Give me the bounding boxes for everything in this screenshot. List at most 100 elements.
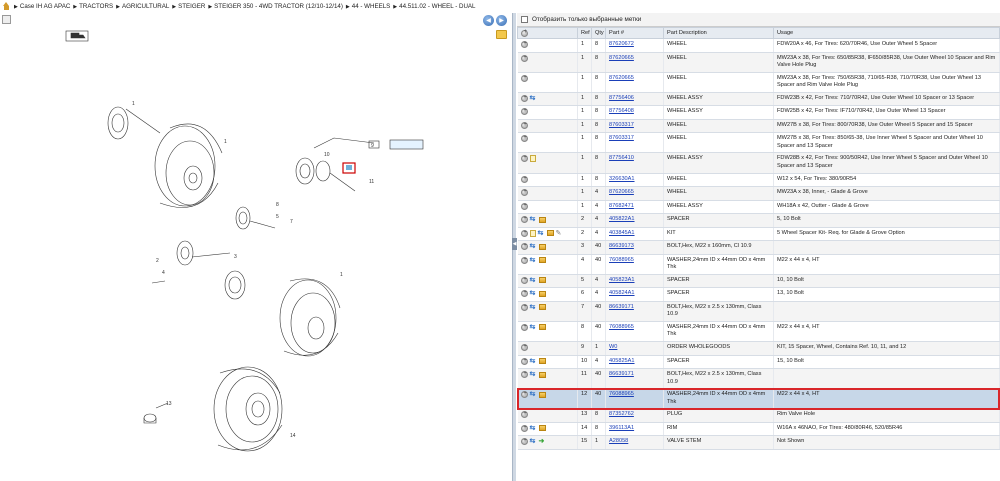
package-icon[interactable]	[538, 304, 546, 311]
add-to-cart-icon[interactable]	[520, 121, 529, 129]
package-icon[interactable]	[538, 290, 546, 297]
part-number-link[interactable]: 405824A1	[609, 290, 635, 296]
breadcrumb-label[interactable]: Case IH AG APAC	[20, 3, 70, 10]
part-number-link[interactable]: 86639171	[609, 371, 634, 377]
interchange-icon[interactable]: ⇆	[530, 371, 537, 378]
breadcrumb-label[interactable]: STEIGER 350 - 4WD TRACTOR (12/10-12/14)	[214, 3, 343, 10]
breadcrumb-item[interactable]: ▶ 44 - WHEELS	[346, 3, 390, 10]
add-to-cart-icon[interactable]	[520, 40, 529, 48]
home-icon[interactable]	[2, 2, 11, 11]
table-row[interactable]: ⇆➜151A28058VALVE STEMNot Shown	[517, 435, 1000, 450]
column-header-ref[interactable]: Ref	[577, 27, 592, 39]
interchange-icon[interactable]: ⇆	[530, 304, 537, 311]
table-row[interactable]: ⇆ 7 40 86639171 BOLT,Hex, M22 x 2.5 x 130mm,…	[517, 301, 1000, 322]
add-to-cart-icon[interactable]	[520, 390, 529, 398]
interchange-icon[interactable]: ⇆	[530, 243, 537, 250]
table-row[interactable]: 9 1 W0 ORDER WHOLEGOODS KIT, 15 Spacer, Whee…	[517, 341, 1000, 356]
column-header-description[interactable]: Part Description	[663, 27, 774, 39]
part-number-link[interactable]: 326630A1	[609, 176, 635, 182]
add-to-cart-icon[interactable]	[520, 370, 529, 378]
part-number-link[interactable]: 87620665	[609, 75, 634, 81]
breadcrumb-label[interactable]: STEIGER	[178, 3, 205, 10]
add-to-cart-icon[interactable]	[520, 202, 529, 210]
table-row[interactable]: 13 8 87352762 PLUG Rim Valve Hole	[517, 408, 1000, 423]
interchange-icon[interactable]: ⇆	[530, 358, 537, 365]
add-to-cart-icon[interactable]	[520, 289, 529, 297]
part-number-link[interactable]: 87756410	[609, 155, 634, 161]
part-number-link[interactable]: 396113A1	[609, 425, 634, 431]
add-to-cart-icon[interactable]	[520, 94, 529, 102]
add-to-cart-icon[interactable]	[520, 74, 529, 82]
add-to-cart-icon[interactable]	[520, 276, 529, 284]
table-row[interactable]: 1 8 87603317 WHEEL MW27B x 38, For Tires: 80…	[517, 119, 1000, 134]
part-number-link[interactable]: 87620665	[609, 189, 634, 195]
interchange-icon[interactable]: ⇆	[530, 324, 537, 331]
add-to-cart-icon[interactable]	[520, 437, 529, 445]
part-number-link[interactable]: 87682471	[609, 203, 634, 209]
expand-all-icon[interactable]	[521, 29, 529, 37]
breadcrumb-label[interactable]: AGRICULTURAL	[122, 3, 169, 10]
part-number-link[interactable]: 87620672	[609, 41, 634, 47]
breadcrumb-item[interactable]: ▶ TRACTORS	[73, 3, 113, 10]
interchange-icon[interactable]: ⇆	[530, 257, 537, 264]
table-row[interactable]: ⇆ 12 40 76088965 WASHER,24mm ID x 44mm OD x …	[517, 388, 1000, 410]
table-row[interactable]: ⇆ 10 4 405825A1 SPACER 15, 10 Bolt	[517, 355, 1000, 370]
replacement-arrow-icon[interactable]: ➜	[539, 438, 546, 445]
breadcrumb-label[interactable]: 44.511.02 - WHEEL - DUAL	[399, 3, 475, 10]
add-to-cart-icon[interactable]	[520, 154, 529, 163]
part-number-link[interactable]: 87352762	[609, 411, 634, 417]
table-row[interactable]: ⇆ 6 4 405824A1 SPACER 13, 10 Bolt	[517, 287, 1000, 302]
part-number-link[interactable]: 86639173	[609, 243, 634, 249]
part-number-link[interactable]: 86639171	[609, 304, 634, 310]
interchange-icon[interactable]: ⇆	[530, 277, 537, 284]
package-icon[interactable]	[538, 358, 546, 365]
part-number-link[interactable]: 76088965	[609, 257, 634, 263]
breadcrumb-item[interactable]: ▶ Case IH AG APAC	[14, 3, 70, 10]
table-row[interactable]: ⇆ 11 40 86639171 BOLT,Hex, M22 x 2.5 x 130mm…	[517, 368, 1000, 390]
table-row[interactable]: ⇆✎24403845A1KIT5 Wheel Spacer Kit- Req. …	[517, 227, 1000, 242]
table-row[interactable]: 1 8 87620672 WHEEL FDW20A x 46, For Tires: 6…	[517, 38, 1000, 53]
interchange-icon[interactable]: ⇆	[530, 391, 537, 398]
package-icon[interactable]	[538, 216, 546, 223]
package-icon[interactable]	[538, 324, 546, 331]
part-number-link[interactable]: 76088965	[609, 324, 634, 330]
table-row[interactable]: ⇆ 8 40 76088965 WASHER,24mm ID x 44mm OD x 4…	[517, 321, 1000, 343]
add-to-cart-icon[interactable]	[520, 229, 529, 237]
column-header-usage[interactable]: Usage	[773, 27, 1000, 39]
package-icon[interactable]	[538, 257, 546, 264]
add-to-cart-icon[interactable]	[520, 323, 529, 331]
part-number-link[interactable]: 87756408	[609, 108, 634, 114]
table-row[interactable]: 1 8 87756410 WHEEL ASSY FDW28B x 42, For Tir…	[517, 152, 1000, 174]
add-to-cart-icon[interactable]	[520, 256, 529, 264]
interchange-icon[interactable]: ⇆	[530, 290, 537, 297]
table-row[interactable]: ⇆ 1 8 87756406 WHEEL ASSY FDW23B x 42, For Ti…	[517, 92, 1000, 107]
table-row[interactable]: ⇆ 4 40 76088965 WASHER,24mm ID x 44mm OD x 4…	[517, 254, 1000, 275]
part-number-link[interactable]: 403845A1	[609, 230, 635, 236]
add-to-cart-icon[interactable]	[520, 54, 529, 62]
table-row[interactable]: ⇆ 14 8 396113A1 RIM W16A x 46NAO, For Tires: …	[517, 422, 1000, 437]
breadcrumb-item[interactable]: ▶ AGRICULTURAL	[116, 3, 169, 10]
add-to-cart-icon[interactable]	[520, 424, 529, 432]
breadcrumb-item[interactable]: ▶ 44.511.02 - WHEEL - DUAL	[393, 3, 475, 10]
add-to-cart-icon[interactable]	[520, 357, 529, 365]
add-to-cart-icon[interactable]	[520, 107, 529, 115]
add-to-cart-icon[interactable]	[520, 410, 529, 418]
interchange-icon[interactable]: ⇆	[530, 95, 537, 102]
part-number-link[interactable]: A28058	[609, 438, 628, 444]
add-to-cart-icon[interactable]	[520, 343, 529, 351]
table-row[interactable]: ⇆ 5 4 405823A1 SPACER 10, 10 Bolt	[517, 274, 1000, 289]
table-row[interactable]: 1 8 87620665 WHEEL MW23A x 38, For Tires: 75…	[517, 72, 1000, 93]
part-number-link[interactable]: 87603317	[609, 122, 634, 128]
add-to-cart-icon[interactable]	[520, 134, 529, 142]
table-row[interactable]: 1 8 87620665 WHEEL MW23A x 38, For Tires: 65…	[517, 52, 1000, 73]
part-number-link[interactable]: 87756406	[609, 95, 634, 101]
table-row[interactable]: 1 4 87620665 WHEEL MW23A x 38, Inner, - Glad…	[517, 186, 1000, 201]
breadcrumb-label[interactable]: 44 - WHEELS	[352, 3, 391, 10]
part-number-link[interactable]: 87603317	[609, 135, 634, 141]
add-to-cart-icon[interactable]	[520, 242, 529, 250]
add-to-cart-icon[interactable]	[520, 188, 529, 196]
column-header-part-number[interactable]: Part #	[605, 27, 664, 39]
part-number-link[interactable]: 405822A1	[609, 216, 635, 222]
column-header-qty[interactable]: Qty	[591, 27, 606, 39]
part-number-link[interactable]: 87620665	[609, 55, 634, 61]
